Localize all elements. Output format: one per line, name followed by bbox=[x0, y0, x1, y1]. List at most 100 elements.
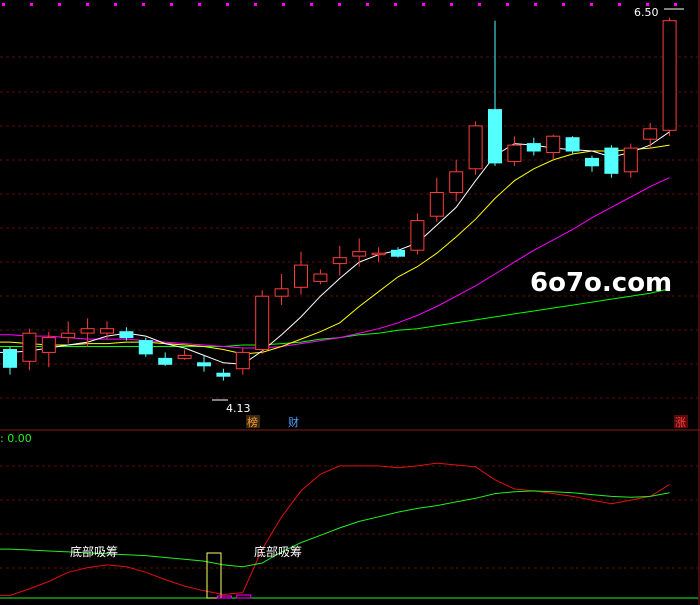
zhang-badge[interactable]: 涨 bbox=[675, 416, 686, 429]
candle-13 bbox=[255, 290, 270, 354]
candle-30 bbox=[585, 155, 599, 172]
candle-28 bbox=[546, 134, 561, 160]
top-dot-6 bbox=[170, 3, 173, 6]
candle-22 bbox=[429, 177, 444, 223]
candle-6 bbox=[119, 327, 134, 341]
candle-27 bbox=[526, 137, 541, 156]
candle-9 bbox=[177, 349, 192, 360]
candle-body-29 bbox=[565, 137, 580, 152]
candle-10 bbox=[197, 355, 211, 372]
top-dot-0 bbox=[2, 3, 5, 6]
candle-15 bbox=[294, 251, 308, 295]
low-label: 4.13 bbox=[226, 402, 251, 415]
top-dot-16 bbox=[450, 3, 453, 6]
candle-body-24 bbox=[468, 125, 483, 170]
candle-24 bbox=[468, 121, 483, 175]
candle-body-17 bbox=[332, 257, 347, 265]
bang-badge[interactable]: 榜 bbox=[247, 415, 258, 429]
candle-body-18 bbox=[352, 251, 367, 257]
top-dot-10 bbox=[282, 3, 285, 6]
candle-body-2 bbox=[41, 337, 56, 353]
top-dot-5 bbox=[142, 3, 145, 6]
grid-lines bbox=[0, 56, 698, 569]
candle-body-4 bbox=[80, 328, 95, 334]
top-dot-7 bbox=[198, 3, 201, 6]
candle-17 bbox=[332, 245, 347, 276]
candle-32 bbox=[623, 143, 638, 178]
candle-body-34 bbox=[662, 20, 677, 131]
signal-bar-0 bbox=[216, 595, 232, 599]
candle-body-27 bbox=[526, 143, 541, 152]
candle-body-15 bbox=[294, 264, 308, 288]
candle-body-26 bbox=[507, 144, 522, 162]
annotation-bottom-accumulation-2: 底部吸筹 bbox=[254, 544, 302, 559]
top-dot-13 bbox=[366, 3, 369, 6]
stock-chart: 6.50 4.13 榜 财 涨 : 0.00 底部吸筹 底部吸筹 6o7o.co… bbox=[0, 0, 700, 605]
cai-badge[interactable]: 财 bbox=[288, 415, 299, 429]
top-dot-22 bbox=[618, 3, 621, 6]
top-dot-11 bbox=[310, 3, 313, 6]
candle-11 bbox=[216, 368, 231, 381]
top-dot-4 bbox=[114, 3, 117, 6]
candle-body-0 bbox=[3, 349, 17, 368]
top-dot-2 bbox=[58, 3, 61, 6]
candle-body-25 bbox=[488, 109, 502, 164]
indicator-line-0 bbox=[0, 462, 670, 596]
candle-16 bbox=[313, 269, 328, 285]
top-dot-18 bbox=[506, 3, 509, 6]
signal-bar-1 bbox=[236, 594, 252, 599]
candle-body-31 bbox=[604, 147, 619, 174]
top-grid-dots bbox=[2, 3, 677, 6]
signal-box bbox=[206, 552, 222, 599]
top-dot-9 bbox=[254, 3, 257, 6]
annotation-bottom-accumulation-1: 底部吸筹 bbox=[70, 544, 118, 559]
candle-body-20 bbox=[391, 249, 405, 257]
chart-stage: 6.50 4.13 榜 财 涨 : 0.00 底部吸筹 底部吸筹 6o7o.co… bbox=[0, 0, 700, 605]
candle-5 bbox=[100, 321, 114, 340]
indicator-signal-bars bbox=[0, 552, 698, 599]
indicator-readout: : 0.00 bbox=[0, 432, 32, 445]
candle-2 bbox=[41, 331, 56, 368]
candle-body-16 bbox=[313, 273, 328, 282]
candle-body-10 bbox=[197, 362, 211, 367]
candle-body-12 bbox=[235, 351, 250, 370]
candle-23 bbox=[449, 159, 464, 202]
candle-body-8 bbox=[158, 357, 173, 365]
candle-body-3 bbox=[61, 332, 76, 339]
top-dot-12 bbox=[338, 3, 341, 6]
watermark: 6o7o.com bbox=[530, 268, 672, 298]
candle-body-33 bbox=[643, 128, 658, 140]
candle-31 bbox=[604, 145, 619, 178]
candle-body-28 bbox=[546, 135, 561, 153]
indicator-lines bbox=[0, 462, 670, 596]
top-dot-1 bbox=[30, 3, 33, 6]
candle-body-22 bbox=[429, 192, 444, 217]
candle-8 bbox=[158, 352, 173, 366]
candle-26 bbox=[507, 136, 522, 166]
candle-12 bbox=[235, 347, 250, 375]
candle-21 bbox=[410, 213, 425, 255]
candle-body-11 bbox=[216, 372, 231, 377]
candle-25 bbox=[488, 20, 502, 166]
candle-3 bbox=[61, 321, 76, 344]
candle-body-14 bbox=[274, 288, 289, 297]
candle-body-1 bbox=[22, 332, 37, 362]
candle-body-30 bbox=[585, 157, 599, 167]
candle-7 bbox=[138, 337, 153, 357]
candle-body-23 bbox=[449, 171, 464, 194]
top-dot-8 bbox=[226, 3, 229, 6]
candle-34 bbox=[662, 17, 677, 137]
top-dot-24 bbox=[674, 3, 677, 6]
top-dot-14 bbox=[394, 3, 397, 6]
candle-body-6 bbox=[119, 331, 134, 339]
top-dot-20 bbox=[562, 3, 565, 6]
candle-body-19 bbox=[371, 252, 386, 256]
top-dot-21 bbox=[590, 3, 593, 6]
top-dot-3 bbox=[86, 3, 89, 6]
candle-body-9 bbox=[177, 354, 192, 359]
top-dot-17 bbox=[478, 3, 481, 6]
top-dot-19 bbox=[534, 3, 537, 6]
candle-33 bbox=[643, 122, 658, 149]
candle-body-21 bbox=[410, 220, 425, 251]
candle-body-13 bbox=[255, 295, 270, 351]
